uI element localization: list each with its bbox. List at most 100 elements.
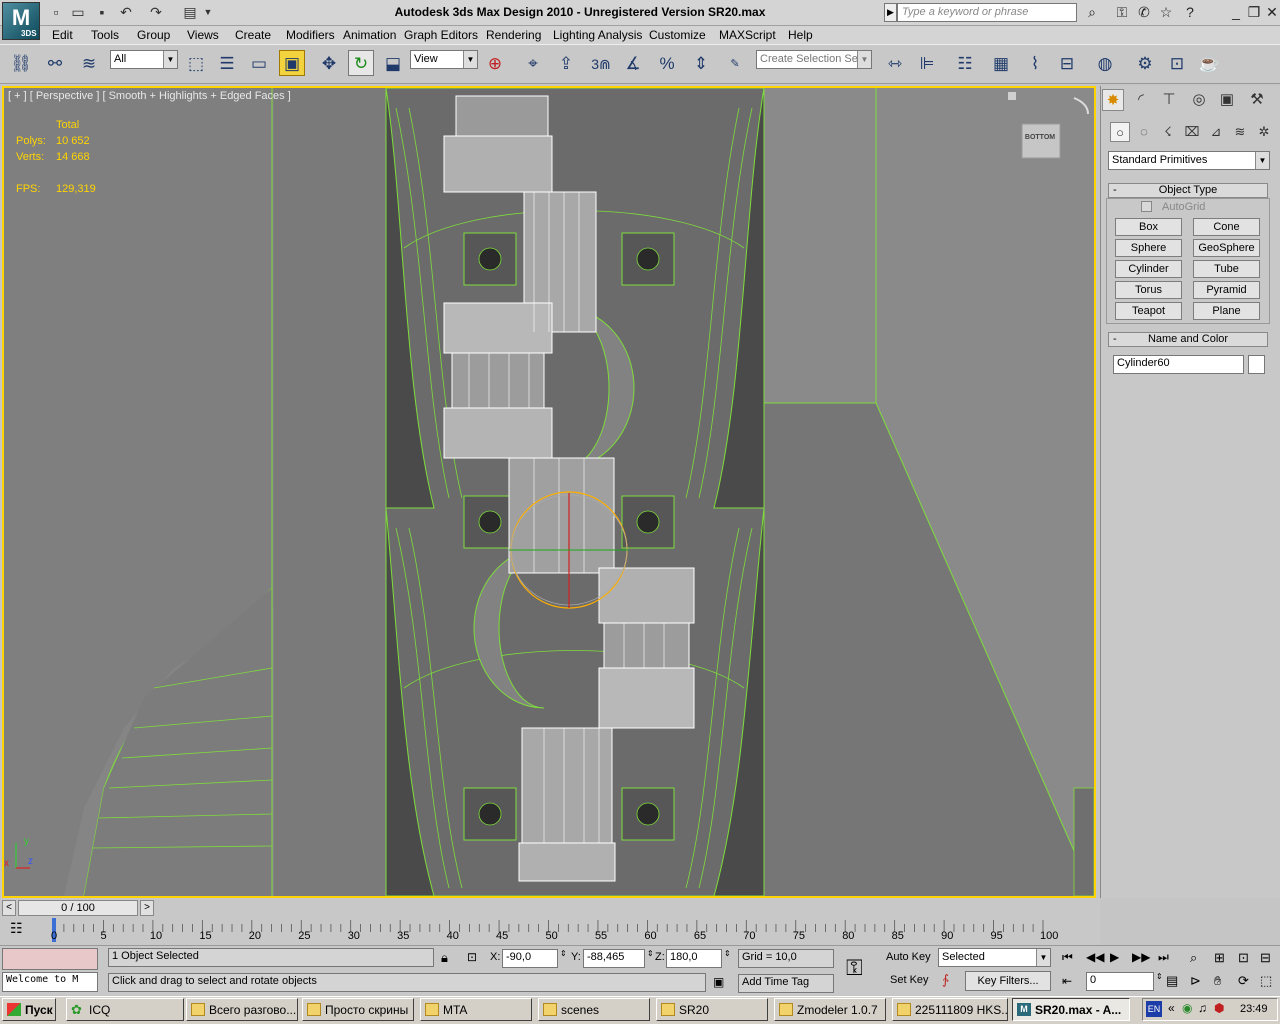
quick-render-teapot-icon[interactable]: ☕ <box>1196 50 1222 76</box>
play-icon[interactable]: ▶ <box>1110 950 1119 964</box>
zoom-all-icon[interactable]: ⊞ <box>1214 950 1225 966</box>
go-to-start-icon[interactable]: ⏮ <box>1062 950 1073 965</box>
object-color-swatch[interactable] <box>1248 355 1265 374</box>
menu-edit[interactable]: Edit <box>52 28 73 42</box>
zoom-icon[interactable]: ⌕ <box>1190 950 1197 966</box>
box-button[interactable]: Box <box>1115 218 1182 236</box>
shapes-icon[interactable]: ◌ <box>1134 122 1154 142</box>
create-tab-icon[interactable]: ✸ <box>1102 89 1124 111</box>
default-in-out-tangents-icon[interactable]: ∱ <box>942 972 949 988</box>
redo-icon[interactable]: ↷ <box>146 3 166 21</box>
tray-volume-icon[interactable]: ♫ <box>1198 1001 1207 1015</box>
selection-filter-dropdown[interactable]: All ▼ <box>110 50 178 69</box>
menu-rendering[interactable]: Rendering <box>486 28 541 42</box>
hierarchy-tab-icon[interactable]: ⊤ <box>1158 89 1180 111</box>
previous-frame-icon[interactable]: ◀◀ <box>1086 950 1104 964</box>
select-object-icon[interactable]: ⬚ <box>183 50 209 76</box>
menu-maxscript[interactable]: MAXScript <box>719 28 776 42</box>
layer-manager-icon[interactable]: ☷ <box>952 50 978 76</box>
field-of-view-icon[interactable]: ⊳ <box>1190 973 1201 989</box>
named-selection-sets-dropdown[interactable]: Create Selection Se ▼ <box>756 50 872 69</box>
select-by-name-icon[interactable]: ☰ <box>214 50 240 76</box>
space-warps-icon[interactable]: ≋ <box>1230 122 1250 142</box>
bind-space-warp-icon[interactable]: ≋ <box>76 50 102 76</box>
geosphere-button[interactable]: GeoSphere <box>1193 239 1260 257</box>
snaps-toggle-icon[interactable]: 3⋒ <box>588 50 614 76</box>
cylinder-button[interactable]: Cylinder <box>1115 260 1182 278</box>
time-tag-icon[interactable]: ▣ <box>713 975 724 989</box>
menu-graph-editors[interactable]: Graph Editors <box>404 28 478 42</box>
pan-view-icon[interactable]: ✋︎ <box>1214 973 1221 989</box>
taskbar-scenes[interactable]: scenes <box>538 998 650 1021</box>
pyramid-button[interactable]: Pyramid <box>1193 281 1260 299</box>
select-and-manipulate-icon[interactable]: ⌖ <box>520 50 546 76</box>
schematic-view-icon[interactable]: ⊟ <box>1054 50 1080 76</box>
subscription-icon[interactable]: ⚿ <box>1112 3 1132 22</box>
key-mode-toggle-icon[interactable]: ⇤ <box>1062 974 1072 988</box>
orbit-icon[interactable]: ⟳ <box>1238 973 1249 989</box>
taskbar-hks[interactable]: 225111809 HKS... <box>892 998 1008 1021</box>
display-tab-icon[interactable]: ▣ <box>1216 89 1238 111</box>
name-color-rollout-header[interactable]: - Name and Color <box>1108 332 1268 347</box>
helpers-icon[interactable]: ⊿ <box>1206 122 1226 142</box>
time-prev-icon[interactable]: < <box>2 900 16 916</box>
object-name-input[interactable]: Cylinder60 <box>1113 355 1244 374</box>
primitive-category-dropdown[interactable]: Standard Primitives ▼ <box>1108 151 1270 170</box>
window-crossing-icon[interactable]: ▣ <box>279 50 305 76</box>
set-key-button[interactable]: Set Key <box>890 974 929 986</box>
undo-icon[interactable]: ↶ <box>116 3 136 21</box>
tray-network-icon[interactable]: ◉ <box>1182 1001 1192 1015</box>
new-file-icon[interactable]: ▫ <box>46 3 66 21</box>
zoom-extents-icon[interactable]: ⊡ <box>1238 950 1249 966</box>
edit-named-selection-icon[interactable]: ✎ <box>722 50 748 76</box>
tray-security-icon[interactable]: ⬢ <box>1214 1001 1224 1015</box>
x-coord-input[interactable]: -90,0 <box>502 949 558 968</box>
x-spinner-icon[interactable]: ⇕ <box>560 949 567 958</box>
menu-group[interactable]: Group <box>137 28 170 42</box>
taskbar-sr20[interactable]: SR20 <box>656 998 768 1021</box>
menu-lighting-analysis[interactable]: Lighting Analysis <box>553 28 642 42</box>
reference-coordinate-dropdown[interactable]: View ▼ <box>410 50 478 69</box>
rectangular-selection-icon[interactable]: ▭ <box>246 50 272 76</box>
z-spinner-icon[interactable]: ⇕ <box>724 949 731 958</box>
motion-tab-icon[interactable]: ◎ <box>1188 89 1210 111</box>
unlink-selection-icon[interactable]: ⚯ <box>42 50 68 76</box>
percent-snap-icon[interactable]: % <box>654 50 680 76</box>
autogrid-checkbox[interactable] <box>1141 201 1152 212</box>
graphite-modeling-icon[interactable]: ▦ <box>988 50 1014 76</box>
cameras-icon[interactable]: ⌧ <box>1182 122 1202 142</box>
set-key-key-icon[interactable]: ⚿ <box>846 955 863 981</box>
modify-tab-icon[interactable]: ◜ <box>1130 89 1152 111</box>
application-logo-button[interactable]: M 3DS <box>2 2 40 40</box>
go-to-end-icon[interactable]: ⏭ <box>1158 950 1169 965</box>
y-coord-input[interactable]: -88,465 <box>583 949 645 968</box>
selection-lock-icon[interactable]: 🔒︎ <box>441 950 448 966</box>
taskbar-mta[interactable]: MTA <box>420 998 532 1021</box>
menu-modifiers[interactable]: Modifiers <box>286 28 335 42</box>
key-filters-button[interactable]: Key Filters... <box>965 971 1051 991</box>
angle-snap-icon[interactable]: ∡ <box>620 50 646 76</box>
spinner-snap-icon[interactable]: ⇕ <box>688 50 714 76</box>
rendered-frame-window-icon[interactable]: ⊡ <box>1164 50 1190 76</box>
time-slider-thumb[interactable]: 0 / 100 <box>18 900 138 916</box>
material-editor-icon[interactable]: ◍ <box>1092 50 1118 76</box>
menu-tools[interactable]: Tools <box>91 28 119 42</box>
menu-animation[interactable]: Animation <box>343 28 396 42</box>
menu-help[interactable]: Help <box>788 28 813 42</box>
search-input[interactable]: Type a keyword or phrase <box>897 3 1077 22</box>
taskbar-zmodeler[interactable]: Zmodeler 1.0.7 <box>774 998 886 1021</box>
language-indicator[interactable]: EN <box>1146 1001 1162 1017</box>
frame-spinner-icon[interactable]: ⇕ <box>1156 972 1163 981</box>
viewport-label-menu[interactable]: [ + ] [ Perspective ] [ Smooth + Highlig… <box>8 90 291 102</box>
cone-button[interactable]: Cone <box>1193 218 1260 236</box>
taskbar-icq[interactable]: ✿ ICQ <box>66 998 184 1021</box>
taskbar-chat[interactable]: Всего разгово... <box>186 998 298 1021</box>
open-file-icon[interactable]: ▭ <box>68 3 88 21</box>
maxscript-mini-listener[interactable]: Welcome to M <box>2 972 98 992</box>
sphere-button[interactable]: Sphere <box>1115 239 1182 257</box>
geometry-icon[interactable]: ○ <box>1110 122 1130 142</box>
plane-button[interactable]: Plane <box>1193 302 1260 320</box>
close-icon[interactable]: ✕ <box>1262 3 1280 22</box>
render-setup-icon[interactable]: ⚙ <box>1132 50 1158 76</box>
tube-button[interactable]: Tube <box>1193 260 1260 278</box>
